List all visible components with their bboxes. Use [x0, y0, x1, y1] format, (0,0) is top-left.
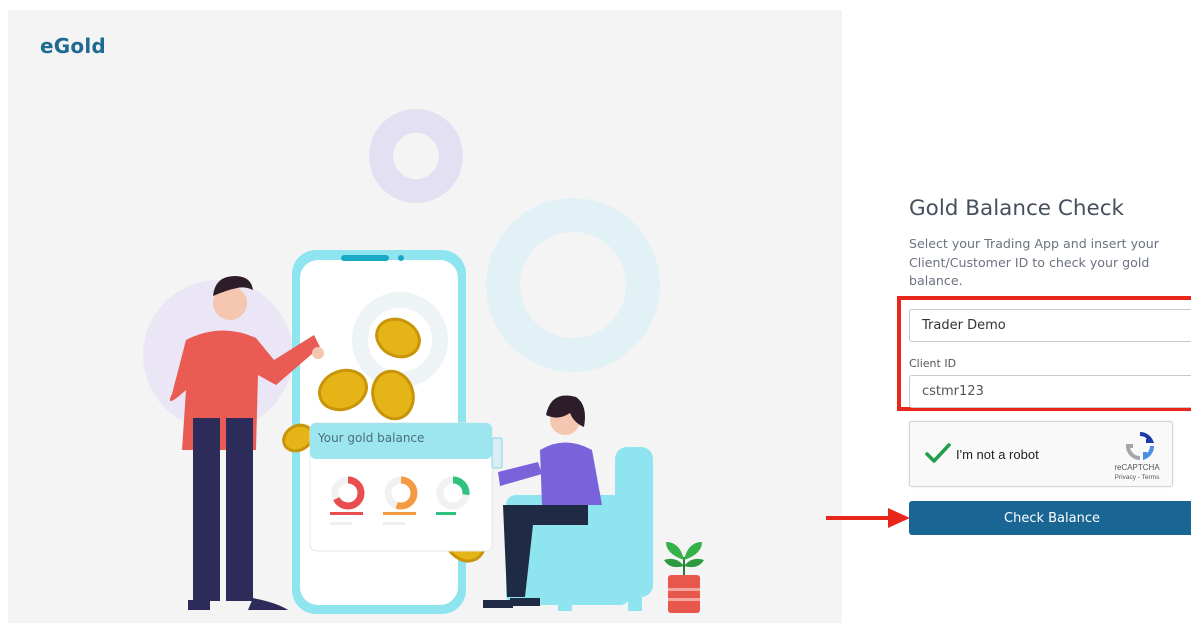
trading-app-select[interactable]: Trader Demo: [909, 309, 1191, 342]
balance-card-title: Your gold balance: [317, 431, 424, 445]
potted-plant: [664, 542, 704, 613]
deco-ring-large: [486, 198, 660, 372]
check-balance-button[interactable]: Check Balance: [909, 501, 1191, 535]
form-description: Select your Trading App and insert your …: [909, 236, 1159, 288]
recaptcha-label: I'm not a robot: [956, 447, 1039, 462]
recaptcha-widget[interactable]: I'm not a robot reCAPTCHA Privacy - Term…: [909, 421, 1173, 487]
woman-figure: [483, 395, 653, 611]
recaptcha-logo-icon: [1125, 431, 1155, 466]
client-id-label: Client ID: [909, 357, 957, 370]
deco-ring-small: [369, 109, 463, 203]
page-title: Gold Balance Check: [909, 196, 1124, 221]
recaptcha-privacy-terms[interactable]: Privacy - Terms: [1106, 474, 1168, 481]
hero-illustration: Your gold balance: [143, 109, 704, 614]
client-id-input[interactable]: cstmr123: [909, 375, 1191, 408]
annotation-arrow-icon: [826, 508, 910, 528]
phone-camera: [398, 255, 404, 261]
checkmark-icon[interactable]: [924, 442, 952, 469]
phone-speaker: [341, 255, 389, 261]
egold-logo[interactable]: eGold: [40, 34, 106, 58]
recaptcha-brand: reCAPTCHA: [1114, 463, 1160, 472]
hero-panel: Your gold balance eGold: [8, 10, 842, 623]
